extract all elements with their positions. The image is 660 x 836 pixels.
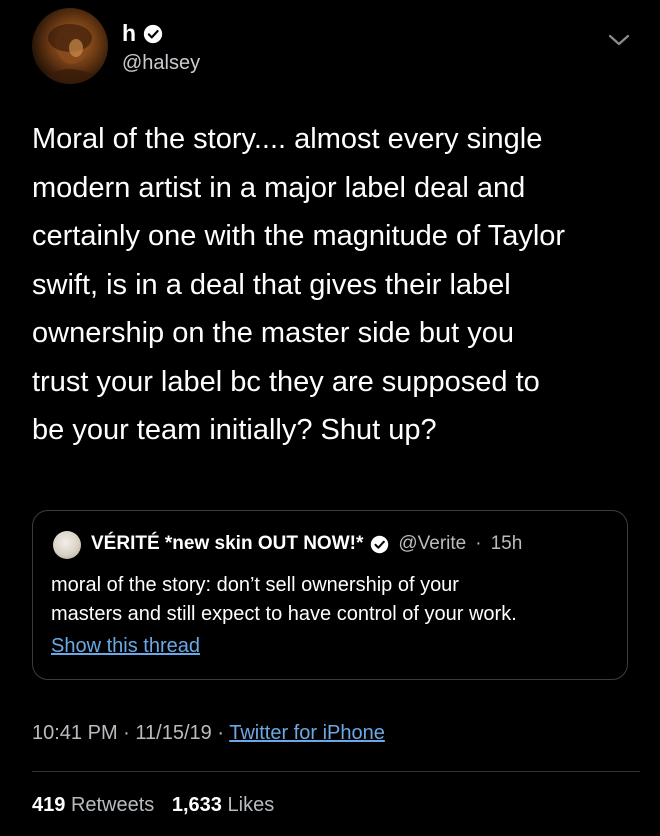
quoted-author-handle: @Verite <box>398 533 467 554</box>
author-avatar-image <box>42 24 98 84</box>
divider <box>32 771 640 772</box>
tweet-header: h @halsey <box>32 8 632 88</box>
author-display-name[interactable]: h <box>122 20 137 47</box>
tweet-timestamp-row: 10:41 PM · 11/15/19 · Twitter for iPhone <box>32 722 385 745</box>
author-avatar[interactable] <box>32 8 108 84</box>
likes-label: Likes <box>227 794 275 816</box>
likes-stat[interactable]: 1,633 Likes <box>172 794 274 816</box>
quoted-tweet-card[interactable]: VÉRITÉ *new skin OUT NOW!* @Verite · 15h… <box>32 510 628 680</box>
tweet-source-link[interactable]: Twitter for iPhone <box>229 722 385 744</box>
tweet-date: 11/15/19 <box>135 722 212 744</box>
tweet-stats-row: 419 Retweets 1,633 Likes <box>32 794 286 817</box>
quoted-meta-separator: · <box>475 533 482 554</box>
likes-count: 1,633 <box>171 794 222 816</box>
verified-badge-icon <box>371 535 389 553</box>
tweet-body: Moral of the story.... almost every sing… <box>32 123 566 446</box>
quoted-author-display-name: VÉRITÉ *new skin OUT NOW!* <box>91 533 364 554</box>
retweets-count: 419 <box>32 794 66 816</box>
quoted-tweet-header: VÉRITÉ *new skin OUT NOW!* @Verite · 15h <box>91 533 522 555</box>
retweets-label: Retweets <box>70 794 155 816</box>
timestamp-separator: · <box>217 722 225 744</box>
tweet-time: 10:41 PM <box>32 722 118 744</box>
retweets-stat[interactable]: 419 Retweets <box>32 794 160 816</box>
timestamp-separator: · <box>123 722 130 744</box>
quoted-tweet-body: moral of the story: don’t sell ownership… <box>51 574 517 625</box>
show-thread-link[interactable]: Show this thread <box>51 635 200 658</box>
chevron-down-icon[interactable] <box>606 30 632 50</box>
quoted-author-avatar <box>53 531 81 559</box>
quoted-tweet-age: 15h <box>490 533 523 554</box>
author-name-row: h <box>122 20 163 47</box>
verified-badge-icon <box>143 24 162 43</box>
author-handle[interactable]: @halsey <box>122 52 200 75</box>
